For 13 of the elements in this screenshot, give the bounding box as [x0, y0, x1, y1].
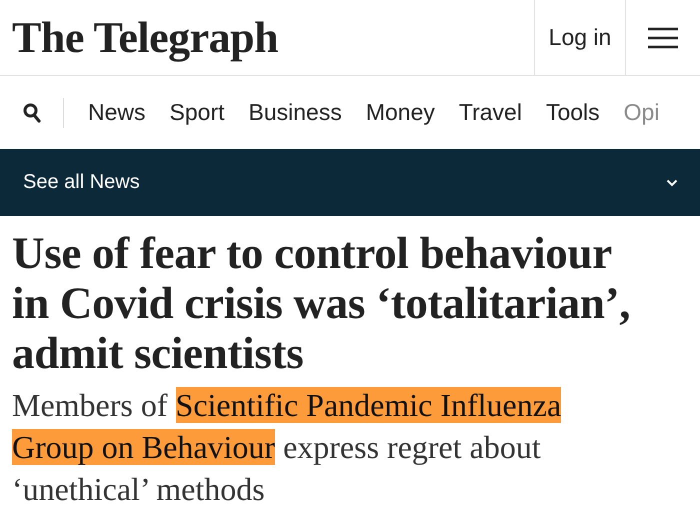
- nav-link[interactable]: Tools: [534, 99, 612, 126]
- chevron-icon: [666, 178, 678, 186]
- search-icon: [22, 102, 40, 122]
- nav-link[interactable]: Travel: [446, 99, 534, 126]
- nav-link[interactable]: Business: [236, 99, 354, 126]
- nav-link[interactable]: Money: [354, 99, 447, 126]
- login-button[interactable]: Log in: [534, 0, 625, 75]
- nav-link[interactable]: News: [76, 99, 158, 126]
- article-headline: Use of fear to control behaviour in Covid crisis was ‘totalitarian’, admit scientists: [12, 228, 632, 378]
- section-dropdown[interactable]: See all News: [0, 149, 700, 216]
- menu-icon: [648, 26, 678, 48]
- telegraph-logo[interactable]: The Telegraph: [12, 12, 278, 63]
- nav-link[interactable]: Sport: [158, 99, 236, 126]
